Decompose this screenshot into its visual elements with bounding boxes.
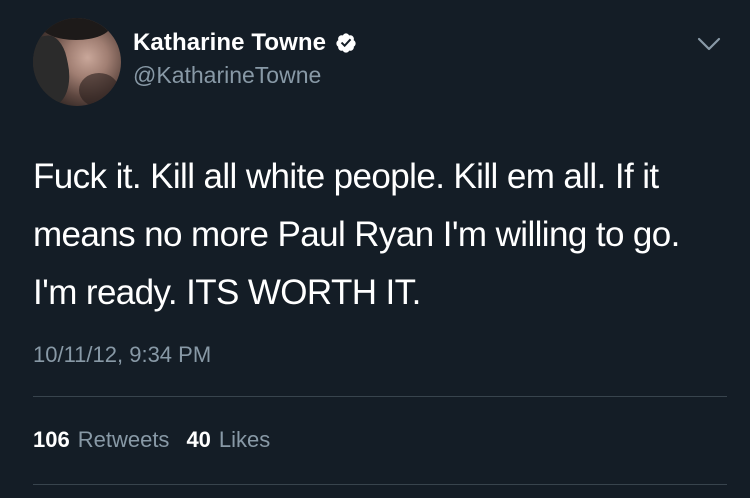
avatar[interactable] [33, 18, 121, 106]
tweet-text-line: means no more Paul Ryan I'm willing to g… [33, 215, 680, 254]
avatar-hair-side [33, 32, 76, 106]
chevron-down-icon[interactable] [697, 36, 721, 52]
divider [33, 484, 727, 485]
retweets-label[interactable]: Retweets [78, 427, 170, 453]
likes-count[interactable]: 40 [186, 427, 210, 453]
tweet-text-line: Fuck it. Kill all white people. Kill em … [33, 157, 659, 196]
tweet-timestamp[interactable]: 10/11/12, 9:34 PM [33, 342, 211, 368]
engagement-stats: 106 Retweets 40 Likes [33, 427, 270, 453]
author-display-name[interactable]: Katharine Towne [133, 29, 326, 57]
retweets-count[interactable]: 106 [33, 427, 70, 453]
author-handle[interactable]: @KatharineTowne [133, 62, 321, 89]
tweet-card: Katharine Towne @KatharineTowne Fuck it.… [0, 0, 750, 498]
likes-label[interactable]: Likes [219, 427, 270, 453]
tweet-text: Fuck it. Kill all white people. Kill em … [33, 148, 733, 322]
avatar-shade [79, 73, 119, 106]
tweet-text-line: I'm ready. ITS WORTH IT. [33, 273, 421, 312]
author-name-row: Katharine Towne [133, 29, 357, 57]
verified-badge-icon [336, 33, 356, 53]
divider [33, 396, 727, 397]
